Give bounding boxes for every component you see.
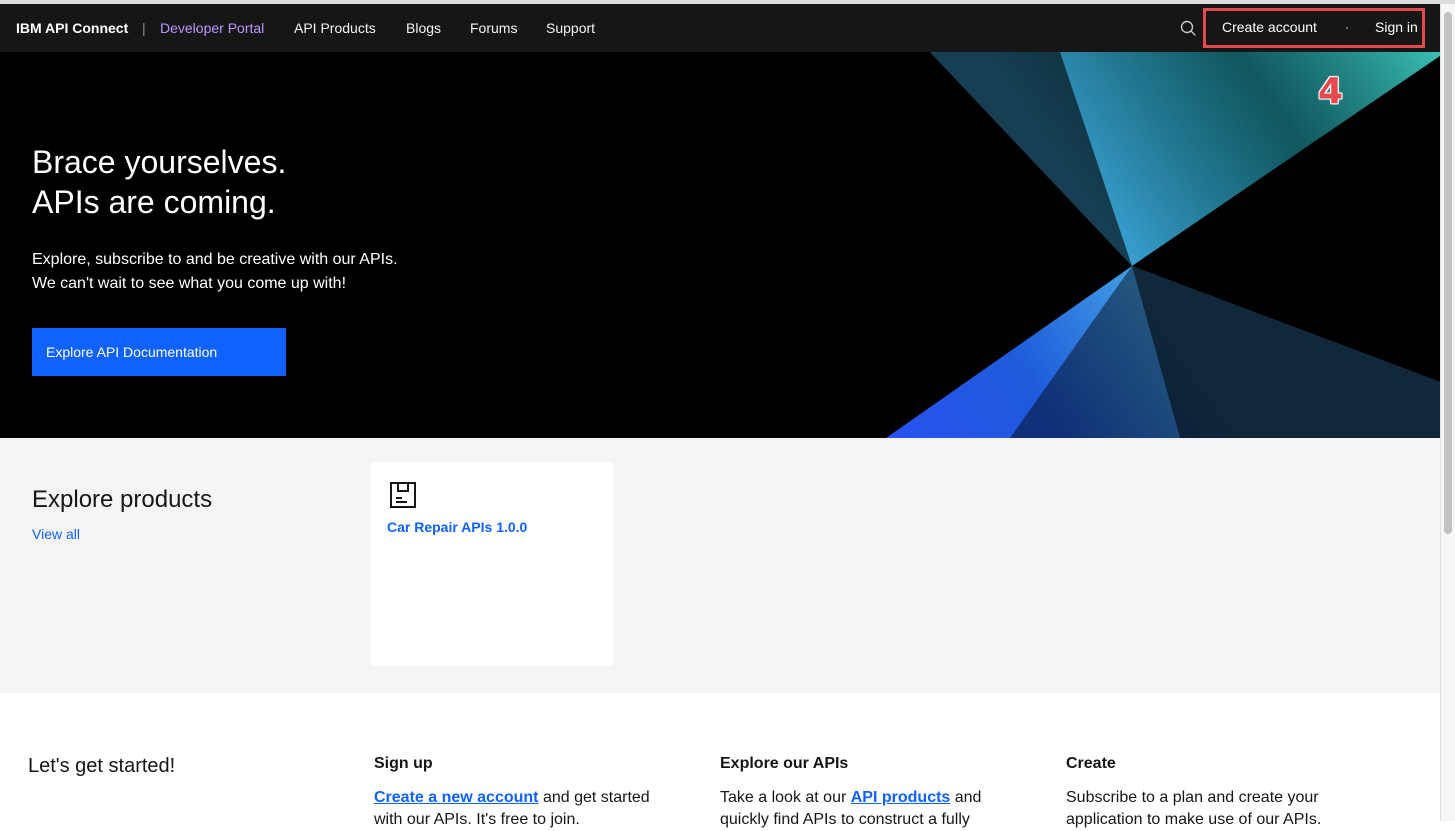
get-started-title: Let's get started! (28, 755, 176, 777)
scrollbar-thumb[interactable] (1444, 12, 1452, 534)
explore-apis-title: Explore our APIs (720, 755, 849, 772)
hero-subtitle-line2: We can't wait to see what you come up wi… (32, 275, 347, 292)
nav-blogs[interactable]: Blogs (406, 4, 441, 52)
create-account-link[interactable]: Create account (1222, 4, 1317, 52)
hero-subtitle: Explore, subscribe to and be creative wi… (32, 248, 398, 296)
view-all-link[interactable]: View all (32, 526, 80, 542)
nav-support[interactable]: Support (546, 4, 595, 52)
annotation-step-number: 4 (1318, 71, 1344, 112)
explore-apis-column: Explore our APIs Take a look at our API … (720, 753, 1010, 831)
search-icon[interactable] (1176, 16, 1200, 40)
nav-forums[interactable]: Forums (470, 4, 517, 52)
nav-api-products[interactable]: API Products (294, 4, 376, 52)
explore-apis-text: Take a look at our API products and quic… (720, 787, 1010, 831)
sign-up-title: Sign up (374, 755, 433, 772)
portal-name[interactable]: Developer Portal (160, 4, 264, 52)
create-title: Create (1066, 755, 1116, 772)
brand-logo[interactable]: IBM API Connect (16, 4, 128, 52)
product-card[interactable]: Car Repair APIs 1.0.0 (371, 462, 613, 666)
hero-banner: Brace yourselves. APIs are coming. Explo… (0, 52, 1440, 438)
create-column: Create Subscribe to a plan and create yo… (1066, 753, 1356, 831)
hero-title-line2: APIs are coming. (32, 184, 276, 220)
sign-up-column: Sign up Create a new account and get sta… (374, 753, 664, 831)
brand-separator: | (142, 20, 146, 36)
product-icon (389, 481, 417, 509)
top-navbar: IBM API Connect | Developer Portal API P… (0, 4, 1440, 52)
auth-divider-dot (1346, 27, 1348, 29)
explore-products-section: Explore products View all Car Repair API… (0, 438, 1440, 693)
hero-graphic (886, 52, 1440, 438)
sign-up-text: Create a new account and get started wit… (374, 787, 664, 831)
product-name[interactable]: Car Repair APIs 1.0.0 (387, 519, 527, 535)
hero-title-line1: Brace yourselves. (32, 144, 287, 180)
explore-apis-pre: Take a look at our (720, 789, 851, 806)
sign-in-link[interactable]: Sign in (1375, 4, 1418, 52)
page-scrollbar[interactable] (1440, 4, 1455, 821)
api-products-link[interactable]: API products (851, 789, 951, 806)
create-text: Subscribe to a plan and create your appl… (1066, 789, 1322, 828)
hero-subtitle-line1: Explore, subscribe to and be creative wi… (32, 251, 398, 268)
create-new-account-link[interactable]: Create a new account (374, 789, 539, 806)
explore-api-docs-button[interactable]: Explore API Documentation (32, 328, 286, 376)
get-started-section: Let's get started! Sign up Create a new … (0, 693, 1440, 828)
hero-title: Brace yourselves. APIs are coming. (32, 142, 286, 222)
products-title: Explore products (32, 486, 213, 513)
